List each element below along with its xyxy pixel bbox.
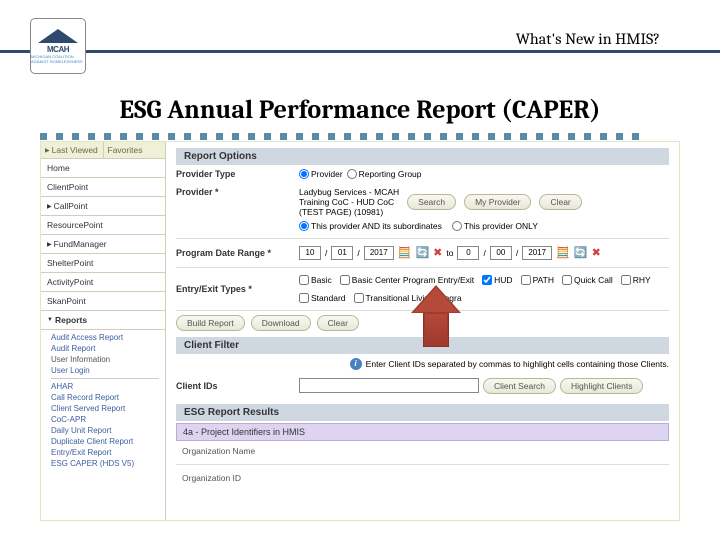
report-link[interactable]: User Login: [51, 365, 165, 376]
label-provider: Provider *: [176, 187, 291, 197]
chk-hud[interactable]: HUD: [482, 275, 512, 285]
sidebar-item-callpoint[interactable]: ▶CallPoint: [41, 197, 165, 216]
app-window: ▶Last Viewed Favorites Home ClientPoint …: [40, 141, 680, 521]
report-link[interactable]: Client Served Report: [51, 403, 165, 414]
radio-reporting-group[interactable]: Reporting Group: [347, 169, 422, 179]
chk-standard[interactable]: Standard: [299, 293, 346, 303]
tab-label: Last Viewed: [52, 145, 98, 155]
calendar-icon[interactable]: 🧮: [556, 246, 570, 259]
start-month-input[interactable]: [299, 246, 321, 260]
report-link[interactable]: ESG CAPER (HDS V5): [51, 458, 165, 469]
report-link[interactable]: Audit Report: [51, 343, 165, 354]
radio-provider[interactable]: Provider: [299, 169, 343, 179]
chk-basic-center[interactable]: Basic Center Program Entry/Exit: [340, 275, 474, 285]
result-field-label: Organization Name: [176, 441, 669, 461]
sidebar-item-home[interactable]: Home: [41, 159, 165, 178]
logo: MCAH MICHIGAN COALITION AGAINST HOMELESS…: [30, 18, 86, 74]
logo-subtext: MICHIGAN COALITION AGAINST HOMELESSNESS: [31, 54, 85, 64]
calendar-icon[interactable]: 🧮: [398, 246, 412, 259]
report-link[interactable]: Daily Unit Report: [51, 425, 165, 436]
header-title: What's New in HMIS?: [516, 30, 660, 48]
my-provider-button[interactable]: My Provider: [464, 194, 531, 210]
client-info-text: Enter Client IDs separated by commas to …: [366, 359, 669, 369]
build-report-button[interactable]: Build Report: [176, 315, 245, 331]
radio-provider-only[interactable]: This provider ONLY: [452, 221, 538, 231]
clear-date-icon[interactable]: ✖: [592, 246, 601, 259]
page-title: ESG Annual Performance Report (CAPER): [0, 95, 720, 125]
sidebar-item-shelterpoint[interactable]: ShelterPoint: [41, 254, 165, 273]
caret-right-icon: ▶: [45, 147, 50, 154]
decorative-dots: [40, 133, 680, 141]
tab-favorites[interactable]: Favorites: [104, 142, 166, 158]
tab-last-viewed[interactable]: ▶Last Viewed: [41, 142, 104, 158]
logo-text: MCAH: [47, 45, 69, 54]
clear-date-icon[interactable]: ✖: [433, 246, 442, 259]
client-search-button[interactable]: Client Search: [483, 378, 556, 394]
search-button[interactable]: Search: [407, 194, 456, 210]
start-year-input[interactable]: [364, 246, 394, 260]
sidebar-item-fundmanager[interactable]: ▶FundManager: [41, 235, 165, 254]
end-day-input[interactable]: [490, 246, 512, 260]
refresh-icon[interactable]: 🔄: [415, 246, 429, 259]
sidebar-item-activitypoint[interactable]: ActivityPoint: [41, 273, 165, 292]
report-link[interactable]: Duplicate Client Report: [51, 436, 165, 447]
start-day-input[interactable]: [331, 246, 353, 260]
report-link[interactable]: AHAR: [51, 381, 165, 392]
download-button[interactable]: Download: [251, 315, 311, 331]
sidebar-item-clientpoint[interactable]: ClientPoint: [41, 178, 165, 197]
label-date-range: Program Date Range *: [176, 248, 291, 258]
label-entry-exit: Entry/Exit Types *: [176, 284, 291, 294]
report-link[interactable]: User Information: [51, 354, 165, 365]
caret-right-icon: ▶: [47, 203, 52, 210]
content-pane: Report Options Provider Type Provider Re…: [166, 142, 679, 520]
result-field-label: Organization ID: [176, 468, 669, 488]
report-link[interactable]: Call Record Report: [51, 392, 165, 403]
caret-down-icon: ▼: [47, 317, 53, 323]
label-provider-type: Provider Type: [176, 169, 291, 179]
end-month-input[interactable]: [457, 246, 479, 260]
result-subheader: 4a - Project Identifiers in HMIS: [176, 423, 669, 441]
caret-right-icon: ▶: [47, 241, 52, 248]
section-report-options: Report Options: [176, 148, 669, 165]
client-ids-input[interactable]: [299, 378, 479, 393]
chk-quick-call[interactable]: Quick Call: [562, 275, 613, 285]
info-icon: i: [350, 358, 362, 370]
clear-button[interactable]: Clear: [539, 194, 581, 210]
chk-rhy[interactable]: RHY: [621, 275, 651, 285]
reports-sublist: Audit Access Report Audit Report User In…: [41, 330, 165, 473]
tab-label: Favorites: [108, 145, 143, 155]
sidebar-item-resourcepoint[interactable]: ResourcePoint: [41, 216, 165, 235]
sidebar-item-reports[interactable]: ▼Reports: [41, 311, 165, 330]
section-esg-results: ESG Report Results: [176, 404, 669, 421]
chk-path[interactable]: PATH: [521, 275, 554, 285]
sidebar: ▶Last Viewed Favorites Home ClientPoint …: [41, 142, 166, 520]
chk-basic[interactable]: Basic: [299, 275, 332, 285]
report-link[interactable]: Entry/Exit Report: [51, 447, 165, 458]
label-client-ids: Client IDs: [176, 381, 291, 391]
sidebar-item-skanpoint[interactable]: SkanPoint: [41, 292, 165, 311]
report-link[interactable]: CoC-APR: [51, 414, 165, 425]
callout-arrow-icon: [411, 285, 461, 347]
highlight-clients-button[interactable]: Highlight Clients: [560, 378, 643, 394]
refresh-icon[interactable]: 🔄: [574, 246, 588, 259]
to-label: to: [446, 248, 453, 258]
report-link[interactable]: Audit Access Report: [51, 332, 165, 343]
end-year-input[interactable]: [522, 246, 552, 260]
radio-subordinates[interactable]: This provider AND its subordinates: [299, 221, 442, 231]
provider-name: Ladybug Services - MCAH Training CoC - H…: [299, 187, 399, 218]
clear-button[interactable]: Clear: [317, 315, 359, 331]
